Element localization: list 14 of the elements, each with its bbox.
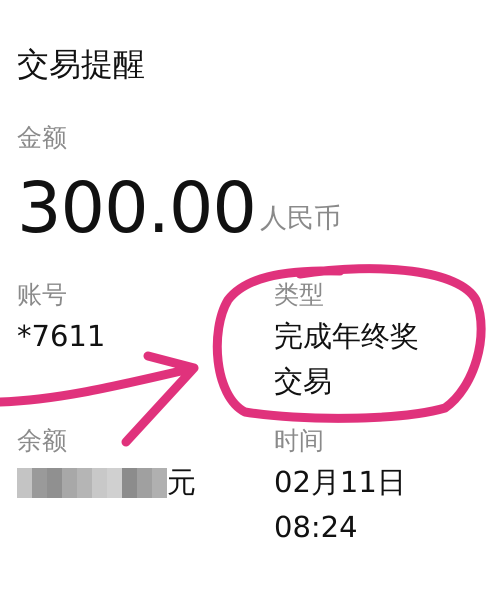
- field-value: 完成年终奖: [274, 318, 420, 355]
- field-label: 余额: [17, 426, 68, 456]
- field-value: 元: [167, 464, 196, 501]
- field-label: 账号: [17, 280, 68, 310]
- page-title: 交易提醒: [17, 45, 146, 83]
- field-label: 类型: [274, 280, 325, 310]
- amount-value: 300.00: [17, 173, 256, 243]
- field-label: 金额: [17, 123, 68, 153]
- field-value: 02月11日: [274, 464, 407, 501]
- field-value: 08:24: [274, 509, 359, 546]
- currency-label: 人民币: [260, 202, 341, 236]
- field-label: 时间: [274, 426, 325, 456]
- field-value: *7611: [17, 318, 106, 355]
- field-value: 交易: [274, 363, 333, 400]
